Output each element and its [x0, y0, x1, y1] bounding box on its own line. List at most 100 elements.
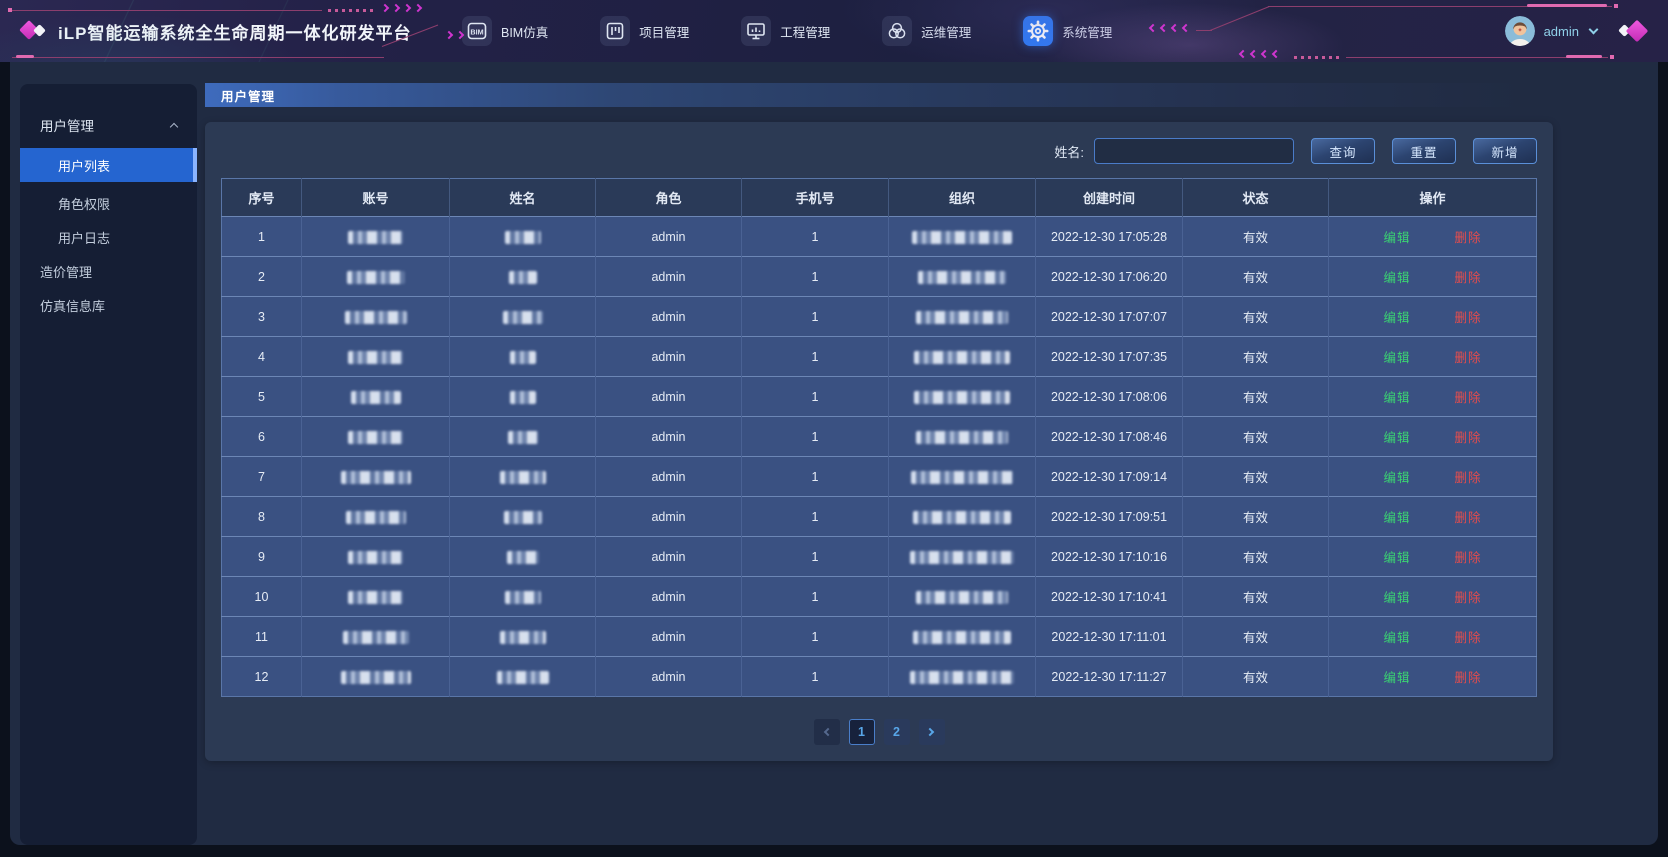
edit-link[interactable]: 编辑 — [1383, 671, 1410, 685]
edit-link[interactable]: 编辑 — [1383, 511, 1410, 525]
masked-text — [348, 231, 403, 244]
cell-org-masked — [889, 577, 1036, 617]
delete-link[interactable]: 删除 — [1455, 671, 1482, 685]
page-button-1[interactable]: 1 — [849, 719, 875, 745]
query-button[interactable]: 查询 — [1311, 138, 1375, 164]
delete-link[interactable]: 删除 — [1455, 231, 1482, 245]
cell-created-time: 2022-12-30 17:08:06 — [1036, 377, 1183, 417]
cell-status: 有效 — [1183, 337, 1329, 377]
delete-link[interactable]: 删除 — [1455, 431, 1482, 445]
cell-actions: 编辑 删除 — [1329, 657, 1537, 697]
cell-actions: 编辑 删除 — [1329, 297, 1537, 337]
cell-status: 有效 — [1183, 257, 1329, 297]
masked-text — [914, 391, 1010, 404]
nav-item-system[interactable]: 系统管理 — [1023, 16, 1112, 46]
prev-page-button[interactable] — [814, 719, 840, 745]
column-header: 组织 — [889, 179, 1036, 217]
edit-link[interactable]: 编辑 — [1383, 591, 1410, 605]
edit-link[interactable]: 编辑 — [1383, 471, 1410, 485]
cell-name-masked — [450, 217, 596, 257]
cell-role: admin — [596, 617, 742, 657]
cell-index: 8 — [222, 497, 302, 537]
delete-link[interactable]: 删除 — [1455, 351, 1482, 365]
cell-account-masked — [302, 417, 450, 457]
delete-link[interactable]: 删除 — [1455, 551, 1482, 565]
decor-node — [1614, 4, 1618, 8]
cell-org-masked — [889, 457, 1036, 497]
table-row: 4 admin 1 2022-12-30 17:07:35 有效 编辑删除 — [222, 337, 1537, 377]
sidebar-group-user-management[interactable]: 用户管理 — [20, 106, 197, 144]
masked-text — [345, 311, 407, 324]
table-row: 10 admin 1 2022-12-30 17:10:41 有效 编辑删除 — [222, 577, 1537, 617]
sidebar-item-cost-management[interactable]: 造价管理 — [20, 254, 197, 288]
cell-name-masked — [450, 377, 596, 417]
cell-phone: 1 — [742, 577, 889, 617]
pagination: 1 2 — [221, 719, 1537, 745]
main-content: 用户管理 姓名: 查询 重置 新增 序号账号姓名角色手机号组织创建时间状态操作 … — [205, 83, 1553, 761]
cell-phone: 1 — [742, 257, 889, 297]
logo-diamond-icon — [22, 21, 48, 41]
reset-button[interactable]: 重置 — [1392, 138, 1456, 164]
cell-actions: 编辑 删除 — [1329, 577, 1537, 617]
nav-item-operations[interactable]: 运维管理 — [882, 16, 971, 46]
delete-link[interactable]: 删除 — [1455, 471, 1482, 485]
table-body: 1 admin 1 2022-12-30 17:05:28 有效 编辑删除 2 … — [222, 217, 1537, 697]
search-row: 姓名: 查询 重置 新增 — [221, 134, 1537, 168]
gear-icon — [1023, 16, 1053, 46]
masked-text — [507, 551, 539, 564]
edit-link[interactable]: 编辑 — [1383, 311, 1410, 325]
delete-link[interactable]: 删除 — [1455, 311, 1482, 325]
nav-item-engineering[interactable]: 工程管理 — [741, 16, 830, 46]
table-row: 3 admin 1 2022-12-30 17:07:07 有效 编辑删除 — [222, 297, 1537, 337]
delete-link[interactable]: 删除 — [1455, 391, 1482, 405]
decor-dots — [1294, 56, 1340, 59]
delete-link[interactable]: 删除 — [1455, 631, 1482, 645]
delete-link[interactable]: 删除 — [1455, 271, 1482, 285]
cell-account-masked — [302, 297, 450, 337]
cell-index: 9 — [222, 537, 302, 577]
cell-org-masked — [889, 537, 1036, 577]
column-header: 手机号 — [742, 179, 889, 217]
add-button[interactable]: 新增 — [1473, 138, 1537, 164]
sidebar: 用户管理 用户列表 角色权限 用户日志 造价管理 仿真信息库 — [20, 84, 197, 845]
cell-name-masked — [450, 497, 596, 537]
edit-link[interactable]: 编辑 — [1383, 351, 1410, 365]
table-row: 11 admin 1 2022-12-30 17:11:01 有效 编辑删除 — [222, 617, 1537, 657]
delete-link[interactable]: 删除 — [1455, 591, 1482, 605]
edit-link[interactable]: 编辑 — [1383, 551, 1410, 565]
next-page-button[interactable] — [919, 719, 945, 745]
edit-link[interactable]: 编辑 — [1383, 631, 1410, 645]
cell-phone: 1 — [742, 537, 889, 577]
masked-text — [509, 271, 537, 284]
nav-item-bim[interactable]: BIM BIM仿真 — [462, 16, 548, 46]
chevron-down-icon[interactable] — [1589, 24, 1599, 34]
cell-org-masked — [889, 657, 1036, 697]
user-name[interactable]: admin — [1544, 24, 1579, 39]
sidebar-item-user-log[interactable]: 用户日志 — [20, 220, 197, 254]
sidebar-item-user-list[interactable]: 用户列表 — [20, 148, 197, 182]
sidebar-item-role-permission[interactable]: 角色权限 — [20, 186, 197, 220]
table-row: 2 admin 1 2022-12-30 17:06:20 有效 编辑删除 — [222, 257, 1537, 297]
decor-arrows-right-icon — [382, 5, 421, 11]
edit-link[interactable]: 编辑 — [1383, 271, 1410, 285]
name-search-input[interactable] — [1094, 138, 1294, 164]
edit-link[interactable]: 编辑 — [1383, 431, 1410, 445]
decor-dots — [328, 9, 374, 12]
delete-link[interactable]: 删除 — [1455, 511, 1482, 525]
corner-diamond-icon — [1620, 19, 1650, 43]
cell-name-masked — [450, 257, 596, 297]
edit-link[interactable]: 编辑 — [1383, 231, 1410, 245]
cell-status: 有效 — [1183, 417, 1329, 457]
cell-actions: 编辑 删除 — [1329, 457, 1537, 497]
avatar[interactable] — [1505, 16, 1535, 46]
tab-user-management[interactable]: 用户管理 — [205, 86, 275, 105]
nav-item-project[interactable]: 项目管理 — [600, 16, 689, 46]
edit-link[interactable]: 编辑 — [1383, 391, 1410, 405]
page-button-2[interactable]: 2 — [884, 719, 910, 745]
masked-text — [347, 271, 405, 284]
sidebar-item-simulation-library[interactable]: 仿真信息库 — [20, 288, 197, 322]
cell-status: 有效 — [1183, 217, 1329, 257]
main-nav: BIM BIM仿真 项目管理 工程管理 运维管理 系统管理 — [462, 16, 1112, 46]
decor-node — [8, 8, 12, 12]
decor-dash — [1527, 4, 1607, 7]
